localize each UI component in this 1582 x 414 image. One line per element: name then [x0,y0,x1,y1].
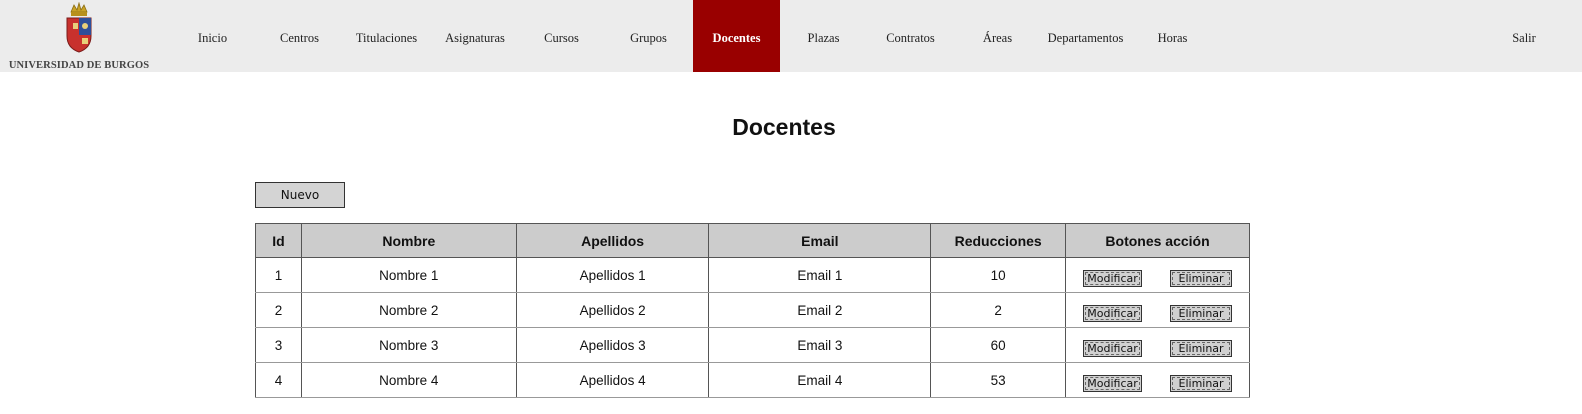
cell-reducciones: 60 [930,327,1067,363]
column-header-email[interactable]: Email [708,223,932,258]
cell-id: 4 [255,362,302,398]
nav-item-inicio[interactable]: Inicio [169,0,256,72]
cell-apellidos: Apellidos 2 [515,292,710,328]
nav-item-asignaturas[interactable]: Asignaturas [430,0,520,72]
cell-actions: Modificar Eliminar [1065,362,1250,398]
column-header-id[interactable]: Id [255,223,302,258]
modify-button[interactable]: Modificar [1083,269,1143,287]
column-header-apellidos[interactable]: Apellidos [515,223,710,258]
column-header-acciones: Botones acción [1065,223,1250,258]
nav-item-docentes[interactable]: Docentes [693,0,780,72]
cell-nombre: Nombre 4 [300,362,517,398]
modify-button[interactable]: Modificar [1083,339,1143,357]
nav-item-contratos[interactable]: Contratos [867,0,954,72]
modify-button[interactable]: Modificar [1083,304,1143,322]
cell-email: Email 4 [708,362,932,398]
cell-email: Email 1 [708,257,932,293]
cell-actions: Modificar Eliminar [1065,257,1250,293]
cell-apellidos: Apellidos 3 [515,327,710,363]
nav-item-plazas[interactable]: Plazas [780,0,867,72]
cell-id: 3 [255,327,302,363]
table-row: 3 Nombre 3 Apellidos 3 Email 3 60 Modifi… [255,327,1250,363]
cell-nombre: Nombre 1 [300,257,517,293]
page-title: Docentes [732,114,836,140]
top-navbar: UNIVERSIDAD DE BURGOS Inicio Centros Tit… [0,0,1582,72]
teachers-table: Id Nombre Apellidos Email Reducciones Bo… [255,223,1250,398]
nav-item-grupos[interactable]: Grupos [605,0,692,72]
cell-email: Email 2 [708,292,932,328]
cell-reducciones: 2 [930,292,1067,328]
table-header-row: Id Nombre Apellidos Email Reducciones Bo… [255,223,1250,258]
cell-apellidos: Apellidos 1 [515,257,710,293]
logout-link[interactable]: Salir [1498,0,1550,72]
column-header-reducciones[interactable]: Reducciones [930,223,1067,258]
cell-actions: Modificar Eliminar [1065,327,1250,363]
delete-button[interactable]: Eliminar [1170,304,1233,322]
column-header-nombre[interactable]: Nombre [300,223,517,258]
logo-text: UNIVERSIDAD DE BURGOS [8,60,150,71]
table-row: 1 Nombre 1 Apellidos 1 Email 1 10 Modifi… [255,257,1250,293]
cell-nombre: Nombre 3 [300,327,517,363]
delete-button[interactable]: Eliminar [1170,269,1233,287]
university-logo[interactable]: UNIVERSIDAD DE BURGOS [8,2,150,72]
delete-button[interactable]: Eliminar [1170,374,1233,392]
nav-item-titulaciones[interactable]: Titulaciones [343,0,430,72]
table-row: 2 Nombre 2 Apellidos 2 Email 2 2 Modific… [255,292,1250,328]
table-row: 4 Nombre 4 Apellidos 4 Email 4 53 Modifi… [255,362,1250,398]
cell-email: Email 3 [708,327,932,363]
nav-item-departamentos[interactable]: Departamentos [1041,0,1130,72]
cell-reducciones: 10 [930,257,1067,293]
cell-id: 1 [255,257,302,293]
cell-reducciones: 53 [930,362,1067,398]
coat-of-arms-icon [66,2,92,53]
nav-item-centros[interactable]: Centros [256,0,343,72]
cell-nombre: Nombre 2 [300,292,517,328]
new-button[interactable]: Nuevo [255,182,345,208]
cell-apellidos: Apellidos 4 [515,362,710,398]
cell-id: 2 [255,292,302,328]
nav-item-areas[interactable]: Áreas [954,0,1041,72]
modify-button[interactable]: Modificar [1083,374,1143,392]
nav-item-cursos[interactable]: Cursos [518,0,605,72]
nav-item-horas[interactable]: Horas [1130,0,1215,72]
cell-actions: Modificar Eliminar [1065,292,1250,328]
delete-button[interactable]: Eliminar [1170,339,1233,357]
